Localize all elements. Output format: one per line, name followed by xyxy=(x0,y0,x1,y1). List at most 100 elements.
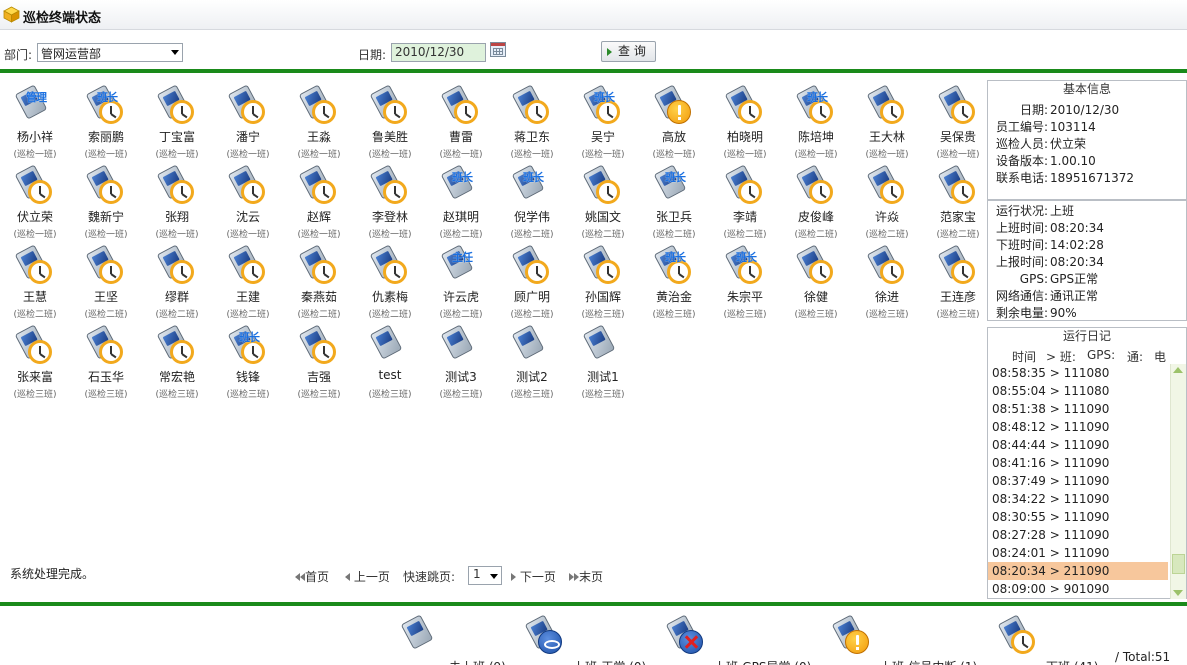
employee-tile[interactable]: 皮俊峰 (巡检二班) xyxy=(781,160,851,240)
clock-icon xyxy=(227,164,269,206)
employee-tile[interactable]: 班长 赵琪明 (巡检二班) xyxy=(426,160,496,240)
employee-name: 柏晓明 xyxy=(726,130,763,144)
employee-tile[interactable]: 秦燕茹 (巡检二班) xyxy=(284,240,354,320)
gps-error-icon xyxy=(665,614,707,656)
prev-page-link[interactable]: 上一页 xyxy=(345,568,390,585)
employee-tile[interactable]: 魏新宁 (巡检一班) xyxy=(71,160,141,240)
employee-tile[interactable]: 张来富 (巡检三班) xyxy=(0,320,70,400)
employee-tile[interactable]: 班长 索丽鹏 (巡检一班) xyxy=(71,80,141,160)
employee-tile[interactable]: 丁宝富 (巡检一班) xyxy=(142,80,212,160)
calendar-icon[interactable] xyxy=(490,42,506,57)
log-row[interactable]: 08:37:49 > 111090 xyxy=(988,472,1168,490)
log-row[interactable]: 08:58:35 > 111080 xyxy=(988,364,1168,382)
employee-tile[interactable]: 班长 黄治金 (巡检三班) xyxy=(639,240,709,320)
employee-tile[interactable]: 顾广明 (巡检二班) xyxy=(497,240,567,320)
employee-tile[interactable]: 常宏艳 (巡检三班) xyxy=(142,320,212,400)
employee-tile[interactable]: 测试2 (巡检三班) xyxy=(497,320,567,400)
employee-name: 秦燕茹 xyxy=(300,290,337,304)
employee-tile[interactable]: 鲁美胜 (巡检一班) xyxy=(355,80,425,160)
clock-icon xyxy=(937,244,979,286)
employee-tile[interactable]: 缪群 (巡检二班) xyxy=(142,240,212,320)
employee-tile[interactable]: 管理 杨小祥 (巡检一班) xyxy=(0,80,70,160)
dept-label: 部门: xyxy=(4,48,33,62)
employee-name: 徐进 xyxy=(874,290,899,304)
employee-tile[interactable]: 班长 倪学伟 (巡检二班) xyxy=(497,160,567,240)
employee-tile[interactable]: 班长 陈培坤 (巡检一班) xyxy=(781,80,851,160)
employee-tile[interactable]: 石玉华 (巡检三班) xyxy=(71,320,141,400)
employee-tile[interactable]: 许焱 (巡检二班) xyxy=(852,160,922,240)
clock-icon xyxy=(156,164,198,206)
info-row: 下班时间: 14:02:28 xyxy=(988,236,1104,253)
employee-tile[interactable]: 姚国文 (巡检二班) xyxy=(568,160,638,240)
employee-tile[interactable]: 范家宝 (巡检二班) xyxy=(923,160,993,240)
employee-tile[interactable]: 王坚 (巡检二班) xyxy=(71,240,141,320)
employee-tile[interactable]: 蒋卫东 (巡检一班) xyxy=(497,80,567,160)
employee-tile[interactable]: 测试3 (巡检三班) xyxy=(426,320,496,400)
log-row[interactable]: 08:51:38 > 111090 xyxy=(988,400,1168,418)
employee-name: 王连彦 xyxy=(939,290,976,304)
employee-tile[interactable]: 李靖 (巡检二班) xyxy=(710,160,780,240)
employee-tile[interactable]: 沈云 (巡检一班) xyxy=(213,160,283,240)
employee-tile[interactable]: 王慧 (巡检二班) xyxy=(0,240,70,320)
employee-tile[interactable]: 王淼 (巡检一班) xyxy=(284,80,354,160)
employee-tile[interactable]: 仇素梅 (巡检二班) xyxy=(355,240,425,320)
employee-tile[interactable]: 柏晓明 (巡检一班) xyxy=(710,80,780,160)
next-page-link[interactable]: 下一页 xyxy=(511,568,556,585)
log-row[interactable]: 08:44:44 > 111090 xyxy=(988,436,1168,454)
employee-tile[interactable]: 伏立荣 (巡检一班) xyxy=(0,160,70,240)
employee-name: 测试1 xyxy=(587,370,619,384)
dept-select[interactable]: 管网运营部 xyxy=(37,43,183,62)
date-input[interactable]: 2010/12/30 xyxy=(391,43,486,62)
status-badge xyxy=(170,340,194,364)
employee-tile[interactable]: 测试1 (巡检三班) xyxy=(568,320,638,400)
clock-icon xyxy=(511,84,553,126)
legend-label: 上班-GPS异常 (0) xyxy=(714,658,811,665)
employee-tile[interactable]: 潘宁 (巡检一班) xyxy=(213,80,283,160)
employee-tile[interactable]: 高放 (巡检一班) xyxy=(639,80,709,160)
clock-icon xyxy=(795,164,837,206)
employee-tile[interactable]: 吴保贵 (巡检一班) xyxy=(923,80,993,160)
scroll-down-icon[interactable] xyxy=(1173,590,1183,596)
log-row[interactable]: 08:48:12 > 111090 xyxy=(988,418,1168,436)
employee-team: (巡检三班) xyxy=(936,310,980,320)
employee-name: 钱锋 xyxy=(235,370,260,384)
employee-tile[interactable]: 徐健 (巡检三班) xyxy=(781,240,851,320)
scroll-up-icon[interactable] xyxy=(1173,367,1183,373)
employee-tile[interactable]: 曹雷 (巡检一班) xyxy=(426,80,496,160)
log-row[interactable]: 08:34:22 > 111090 xyxy=(988,490,1168,508)
employee-tile[interactable]: 王大林 (巡检一班) xyxy=(852,80,922,160)
log-row[interactable]: 08:30:55 > 111090 xyxy=(988,508,1168,526)
log-row[interactable]: 08:24:01 > 111090 xyxy=(988,544,1168,562)
employee-tile[interactable]: 孙国辉 (巡检三班) xyxy=(568,240,638,320)
employee-tile[interactable]: 班长 吴宁 (巡检一班) xyxy=(568,80,638,160)
employee-tile[interactable]: 王建 (巡检二班) xyxy=(213,240,283,320)
scroll-thumb[interactable] xyxy=(1172,554,1185,574)
employee-tile[interactable]: 徐进 (巡检三班) xyxy=(852,240,922,320)
employee-tile[interactable]: 班长 张卫兵 (巡检二班) xyxy=(639,160,709,240)
last-page-link[interactable]: 末页 xyxy=(569,568,603,585)
log-row[interactable]: 08:41:16 > 111090 xyxy=(988,454,1168,472)
status-badge xyxy=(99,260,123,284)
query-button[interactable]: 查 询 xyxy=(601,41,656,62)
employee-tile[interactable]: 主任 许云虎 (巡检二班) xyxy=(426,240,496,320)
employee-tile[interactable]: test (巡检三班) xyxy=(355,320,425,400)
log-scrollbar[interactable] xyxy=(1170,364,1186,599)
run-log-header: 运行日记 xyxy=(1062,329,1111,343)
status-badge xyxy=(241,260,265,284)
employee-name: 吉强 xyxy=(306,370,331,384)
employee-tile[interactable]: 赵辉 (巡检一班) xyxy=(284,160,354,240)
employee-tile[interactable]: 班长 钱锋 (巡检三班) xyxy=(213,320,283,400)
page-select[interactable]: 1 xyxy=(468,566,502,585)
log-row[interactable]: 08:09:00 > 901090 xyxy=(988,580,1168,598)
employee-tile[interactable]: 王连彦 (巡检三班) xyxy=(923,240,993,320)
log-row[interactable]: 08:55:04 > 111080 xyxy=(988,382,1168,400)
employee-role-tag: 班长 xyxy=(239,331,260,344)
employee-tile[interactable]: 班长 朱宗平 (巡检三班) xyxy=(710,240,780,320)
first-page-link[interactable]: 首页 xyxy=(295,568,329,585)
log-row[interactable]: 08:20:34 > 211090 xyxy=(988,562,1168,580)
employee-tile[interactable]: 吉强 (巡检三班) xyxy=(284,320,354,400)
employee-name: 沈云 xyxy=(235,210,260,224)
employee-tile[interactable]: 张翔 (巡检一班) xyxy=(142,160,212,240)
log-row[interactable]: 08:27:28 > 111090 xyxy=(988,526,1168,544)
employee-tile[interactable]: 李登林 (巡检一班) xyxy=(355,160,425,240)
